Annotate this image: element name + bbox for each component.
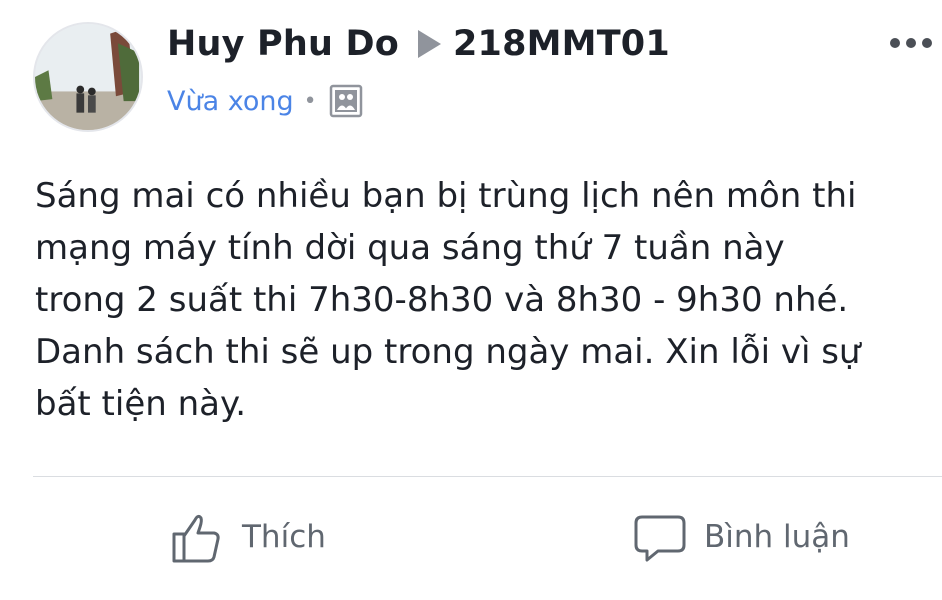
- post-meta: Vừa xong •: [167, 84, 363, 118]
- more-dots-icon[interactable]: [884, 28, 938, 58]
- post-header: Huy Phu Do 218MMT01: [167, 24, 670, 64]
- meta-separator: •: [303, 88, 317, 114]
- post-card: Huy Phu Do 218MMT01 Vừa xong • Sáng mai …: [0, 0, 942, 600]
- post-text-line: bất tiện này.: [35, 384, 247, 424]
- action-divider: [33, 476, 942, 477]
- arrow-right-icon: [415, 28, 443, 60]
- post-timestamp[interactable]: Vừa xong: [167, 86, 294, 117]
- author-avatar[interactable]: [33, 22, 143, 132]
- like-label: Thích: [242, 519, 326, 555]
- author-name[interactable]: Huy Phu Do: [167, 24, 399, 64]
- comment-bubble-icon: [634, 515, 686, 562]
- post-text-line: trong 2 suất thi 7h30-8h30 và 8h30 - 9h3…: [35, 280, 849, 320]
- avatar-photo: [35, 24, 141, 130]
- group-audience-icon[interactable]: [329, 84, 363, 118]
- like-button[interactable]: Thích: [168, 506, 326, 568]
- group-name[interactable]: 218MMT01: [453, 24, 670, 64]
- post-text-line: Danh sách thi sẽ up trong ngày mai. Xin …: [35, 332, 861, 372]
- post-text-line: Sáng mai có nhiều bạn bị trùng lịch nên …: [35, 176, 857, 216]
- thumbs-up-icon: [172, 514, 220, 563]
- post-text-line: mạng máy tính dời qua sáng thứ 7 tuần nà…: [35, 228, 785, 268]
- comment-label: Bình luận: [704, 519, 850, 555]
- post-text: Sáng mai có nhiều bạn bị trùng lịch nên …: [35, 170, 942, 470]
- comment-button[interactable]: Bình luận: [632, 506, 850, 568]
